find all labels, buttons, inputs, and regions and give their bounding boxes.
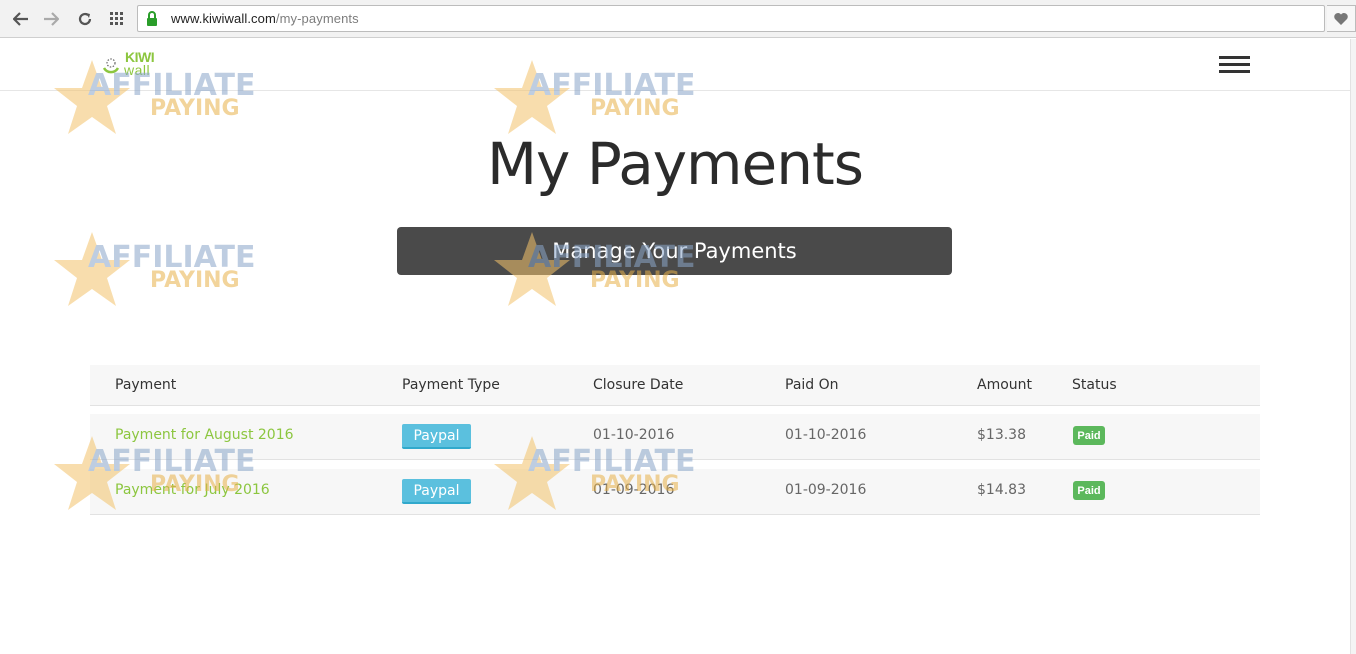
paid-on-date: 01-09-2016 — [785, 482, 867, 498]
column-header-paid-on: Paid On — [785, 377, 839, 393]
page-title: My Payments — [487, 130, 864, 198]
column-header-payment: Payment — [115, 377, 177, 393]
heart-icon — [1334, 12, 1348, 25]
forward-button[interactable] — [40, 8, 62, 30]
back-button[interactable] — [10, 8, 32, 30]
amount: $13.38 — [977, 427, 1026, 443]
menu-icon-bar — [1219, 56, 1250, 59]
closure-date: 01-10-2016 — [593, 427, 675, 443]
watermark: AFFILIATE PAYING — [52, 230, 277, 320]
menu-icon-bar — [1219, 70, 1250, 73]
column-header-closure-date: Closure Date — [593, 377, 684, 393]
watermark-line1: AFFILIATE — [88, 240, 256, 275]
kiwiwall-logo[interactable]: KIWI wall — [100, 50, 170, 80]
status-badge: Paid — [1073, 426, 1105, 445]
column-header-payment-type: Payment Type — [402, 377, 500, 393]
reload-icon — [78, 12, 92, 26]
kiwi-logo-icon — [102, 58, 120, 74]
url-text: www.kiwiwall.com/my-payments — [171, 11, 359, 26]
menu-icon-bar — [1219, 63, 1250, 66]
table-row: Payment for July 2016 Paypal 01-09-2016 … — [90, 469, 1260, 515]
table-row: Payment for August 2016 Paypal 01-10-201… — [90, 414, 1260, 460]
status-badge: Paid — [1073, 481, 1105, 500]
column-header-amount: Amount — [977, 377, 1033, 393]
manage-payments-banner: Manage Your Payments — [397, 227, 952, 275]
browser-toolbar: www.kiwiwall.com/my-payments — [0, 0, 1356, 38]
payment-link[interactable]: Payment for August 2016 — [115, 427, 294, 443]
menu-button[interactable] — [1219, 56, 1250, 74]
paid-on-date: 01-10-2016 — [785, 427, 867, 443]
address-bar[interactable]: www.kiwiwall.com/my-payments — [137, 5, 1325, 32]
payments-table-header: Payment Payment Type Closure Date Paid O… — [90, 365, 1260, 406]
bookmark-button[interactable] — [1327, 5, 1356, 32]
logo-wall-text: wall — [124, 62, 151, 78]
watermark-line2: PAYING — [150, 96, 240, 121]
amount: $14.83 — [977, 482, 1026, 498]
column-header-status: Status — [1072, 377, 1117, 393]
arrow-right-icon — [44, 12, 59, 26]
apps-button[interactable] — [106, 8, 128, 30]
arrow-left-icon — [13, 12, 28, 26]
apps-grid-icon — [110, 12, 123, 25]
payment-link[interactable]: Payment for July 2016 — [115, 482, 270, 498]
payment-type-badge: Paypal — [402, 424, 471, 449]
lock-icon — [147, 11, 157, 26]
page-scrollbar[interactable] — [1350, 39, 1356, 654]
star-icon — [54, 232, 130, 306]
payment-type-badge: Paypal — [402, 479, 471, 504]
site-header: KIWI wall — [0, 39, 1350, 91]
reload-button[interactable] — [74, 8, 96, 30]
closure-date: 01-09-2016 — [593, 482, 675, 498]
watermark-line2: PAYING — [150, 268, 240, 293]
watermark-line2: PAYING — [590, 96, 680, 121]
